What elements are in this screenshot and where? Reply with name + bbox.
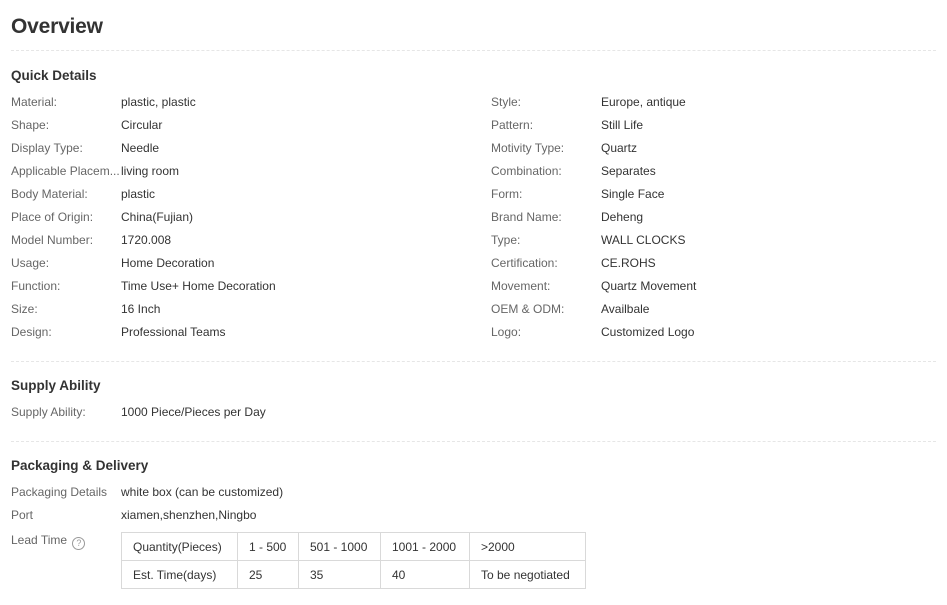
detail-row: Design: Professional Teams: [11, 321, 471, 344]
detail-value: 1000 Piece/Pieces per Day: [121, 405, 266, 419]
detail-value: plastic: [121, 187, 156, 201]
detail-label: Display Type:: [11, 141, 83, 155]
lead-time-quantity-row: Quantity(Pieces) 1 - 500 501 - 1000 1001 - …: [121, 532, 586, 561]
detail-value: Separates: [601, 164, 656, 178]
detail-label: Brand Name:: [491, 210, 562, 224]
detail-value: white box (can be customized): [121, 485, 284, 499]
detail-value: 1720.008: [121, 233, 172, 247]
detail-label: Logo:: [491, 325, 522, 339]
detail-value: Time Use+ Home Decoration: [121, 279, 276, 293]
supply-ability-heading: Supply Ability: [11, 378, 101, 393]
detail-row: Combination: Separates: [491, 160, 931, 183]
detail-value: living room: [121, 164, 180, 178]
detail-label: Supply Ability:: [11, 405, 86, 419]
lead-time-cell: 40: [380, 560, 470, 589]
detail-label: Motivity Type:: [491, 141, 565, 155]
detail-value: Europe, antique: [601, 95, 686, 109]
detail-label: Applicable Placem...: [11, 164, 120, 178]
detail-row: Size: 16 Inch: [11, 298, 471, 321]
lead-time-cell: 25: [237, 560, 299, 589]
detail-value: Quartz: [601, 141, 638, 155]
detail-row: Packaging Details white box (can be custo…: [11, 481, 471, 504]
detail-row: Body Material: plastic: [11, 183, 471, 206]
section-divider: [11, 441, 936, 442]
detail-row: Usage: Home Decoration: [11, 252, 471, 275]
detail-label: Port: [11, 508, 34, 522]
detail-value: xiamen,shenzhen,Ningbo: [121, 508, 257, 522]
detail-value: WALL CLOCKS: [601, 233, 686, 247]
detail-value: Availbale: [601, 302, 650, 316]
detail-label: Certification:: [491, 256, 558, 270]
detail-label: Body Material:: [11, 187, 88, 201]
detail-label: Packaging Details: [11, 485, 108, 499]
detail-row: Model Number: 1720.008: [11, 229, 471, 252]
detail-row: Certification: CE.ROHS: [491, 252, 931, 275]
quick-details-heading: Quick Details: [11, 68, 97, 83]
detail-row: Pattern: Still Life: [491, 114, 931, 137]
detail-value: China(Fujian): [121, 210, 194, 224]
lead-time-cell: 35: [298, 560, 381, 589]
detail-value: plastic, plastic: [121, 95, 196, 109]
detail-row: Material: plastic, plastic: [11, 91, 471, 114]
lead-time-cell: To be negotiated: [469, 560, 586, 589]
lead-time-cell: Quantity(Pieces): [121, 532, 238, 561]
detail-label: OEM & ODM:: [491, 302, 565, 316]
detail-row: OEM & ODM: Availbale: [491, 298, 931, 321]
detail-label: Style:: [491, 95, 522, 109]
detail-label: Type:: [491, 233, 521, 247]
detail-row: Motivity Type: Quartz: [491, 137, 931, 160]
detail-label: Place of Origin:: [11, 210, 94, 224]
detail-value: Professional Teams: [121, 325, 226, 339]
detail-label: Form:: [491, 187, 523, 201]
detail-row: Logo: Customized Logo: [491, 321, 931, 344]
detail-value: CE.ROHS: [601, 256, 656, 270]
detail-label: Shape:: [11, 118, 50, 132]
detail-row: Function: Time Use+ Home Decoration: [11, 275, 471, 298]
detail-value: Quartz Movement: [601, 279, 697, 293]
detail-label: Model Number:: [11, 233, 94, 247]
detail-label: Usage:: [11, 256, 50, 270]
detail-value: Still Life: [601, 118, 644, 132]
lead-time-table: Quantity(Pieces) 1 - 500 501 - 1000 1001 - …: [121, 532, 586, 589]
detail-row: Display Type: Needle: [11, 137, 471, 160]
detail-label: Design:: [11, 325, 52, 339]
lead-time-days-row: Est. Time(days) 25 35 40 To be negotiated: [121, 560, 586, 589]
detail-value: 16 Inch: [121, 302, 161, 316]
lead-time-cell: 1 - 500: [237, 532, 299, 561]
detail-value: Customized Logo: [601, 325, 695, 339]
detail-label: Pattern:: [491, 118, 534, 132]
lead-time-cell: Est. Time(days): [121, 560, 238, 589]
lead-time-label-row: Lead Time ?: [11, 531, 86, 550]
detail-row: Brand Name: Deheng: [491, 206, 931, 229]
packaging-delivery-heading: Packaging & Delivery: [11, 458, 149, 473]
title-divider: [11, 50, 936, 51]
lead-time-cell: 501 - 1000: [298, 532, 381, 561]
question-circle-icon[interactable]: ?: [72, 537, 86, 550]
detail-row: Supply Ability: 1000 Piece/Pieces per Day: [11, 401, 471, 424]
lead-time-cell: 1001 - 2000: [380, 532, 470, 561]
detail-row: Place of Origin: China(Fujian): [11, 206, 471, 229]
detail-label: Combination:: [491, 164, 562, 178]
detail-value: Deheng: [601, 210, 644, 224]
page-title: Overview: [11, 15, 103, 38]
detail-label: Size:: [11, 302, 38, 316]
lead-time-label: Lead Time: [11, 533, 68, 547]
detail-row: Shape: Circular: [11, 114, 471, 137]
lead-time-cell: >2000: [469, 532, 586, 561]
detail-row: Form: Single Face: [491, 183, 931, 206]
detail-row: Style: Europe, antique: [491, 91, 931, 114]
detail-row: Type: WALL CLOCKS: [491, 229, 931, 252]
section-divider: [11, 361, 936, 362]
detail-row: Movement: Quartz Movement: [491, 275, 931, 298]
detail-row: Applicable Placem... living room: [11, 160, 471, 183]
detail-label: Function:: [11, 279, 61, 293]
detail-value: Single Face: [601, 187, 665, 201]
detail-value: Needle: [121, 141, 160, 155]
detail-label: Material:: [11, 95, 58, 109]
detail-value: Circular: [121, 118, 163, 132]
detail-label: Movement:: [491, 279, 551, 293]
detail-value: Home Decoration: [121, 256, 215, 270]
detail-row: Port xiamen,shenzhen,Ningbo: [11, 504, 471, 527]
